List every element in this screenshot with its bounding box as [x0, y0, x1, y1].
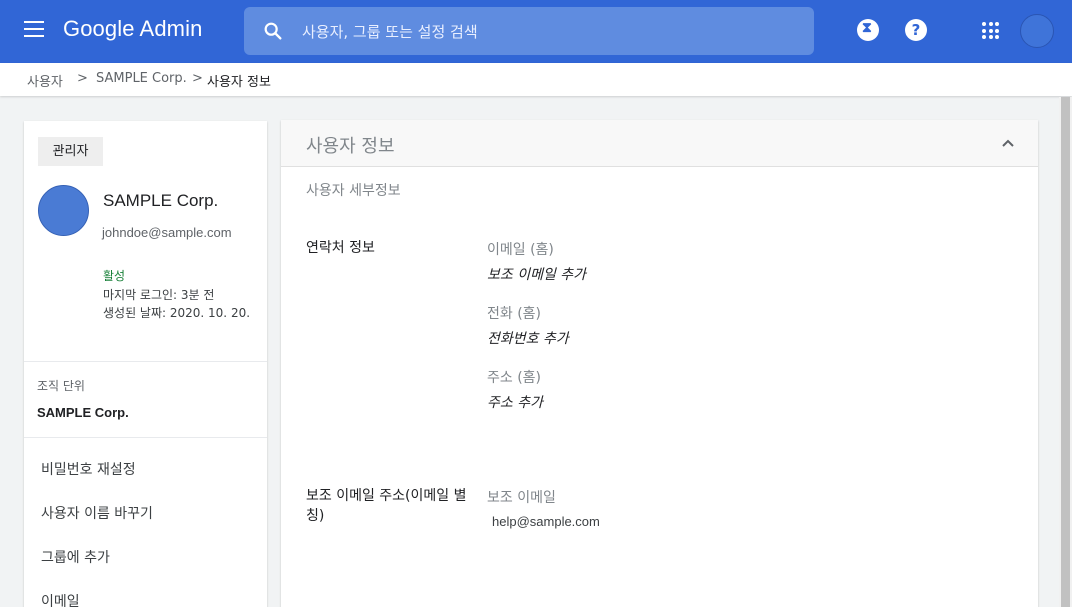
search-icon: [264, 22, 282, 40]
add-to-group-action[interactable]: 그룹에 추가: [41, 547, 110, 567]
add-address-link[interactable]: 주소 추가: [487, 392, 543, 412]
org-unit-label: 조직 단위: [37, 379, 85, 393]
alternate-email-field-label: 보조 이메일: [487, 490, 556, 506]
phone-home-label: 전화 (홈): [487, 306, 542, 322]
app-brand[interactable]: Google Admin: [63, 16, 202, 42]
user-info-card: 사용자 정보 사용자 세부정보 연락처 정보 이메일 (홈) 보조 이메일 추가…: [281, 120, 1038, 607]
email-action[interactable]: 이메일: [41, 591, 80, 607]
address-home-label: 주소 (홈): [487, 370, 542, 386]
last-login: 마지막 로그인: 3분 전: [103, 288, 215, 302]
add-secondary-email-link[interactable]: 보조 이메일 추가: [487, 264, 586, 284]
add-phone-link[interactable]: 전화번호 추가: [487, 328, 569, 348]
hourglass-icon[interactable]: ⧗: [857, 19, 879, 41]
page-scrollbar[interactable]: [1059, 97, 1072, 607]
user-name: SAMPLE Corp.: [103, 191, 219, 210]
search-input[interactable]: 사용자, 그룹 또는 설정 검색: [302, 21, 478, 42]
top-app-bar: Google Admin 사용자, 그룹 또는 설정 검색 ⧗ ?: [0, 0, 1072, 63]
status-badge: 활성: [103, 269, 126, 283]
divider: [24, 361, 267, 362]
section-subtitle: 사용자 세부정보: [306, 183, 401, 199]
reset-password-action[interactable]: 비밀번호 재설정: [41, 459, 136, 479]
apps-grid-icon[interactable]: [982, 22, 999, 39]
alternate-email-label: 보조 이메일 주소(이메일 별칭): [306, 488, 467, 524]
breadcrumb-separator: >: [77, 71, 88, 86]
admin-role-chip: 관리자: [38, 137, 103, 166]
help-icon[interactable]: ?: [905, 19, 927, 41]
card-title: 사용자 정보: [306, 136, 395, 157]
breadcrumb-users[interactable]: 사용자: [27, 71, 63, 90]
user-email: johndoe@sample.com: [102, 225, 232, 240]
scrollbar-thumb[interactable]: [1061, 97, 1070, 607]
breadcrumb-separator: >: [192, 71, 203, 86]
contact-info-label: 연락처 정보: [306, 240, 375, 256]
breadcrumb-current: 사용자 정보: [207, 75, 271, 90]
breadcrumb-org[interactable]: SAMPLE Corp.: [96, 71, 187, 86]
profile-card: 관리자 SAMPLE Corp. johndoe@sample.com 활성 마…: [24, 121, 267, 607]
chevron-up-icon[interactable]: [1000, 137, 1016, 149]
card-header[interactable]: 사용자 정보: [281, 120, 1038, 167]
menu-icon[interactable]: [24, 21, 46, 41]
account-avatar[interactable]: [1020, 14, 1054, 48]
user-avatar: [38, 185, 89, 236]
alternate-email-value: help@sample.com: [492, 514, 600, 529]
created-date: 생성된 날짜: 2020. 10. 20.: [103, 306, 251, 320]
org-unit-value: SAMPLE Corp.: [37, 405, 129, 420]
breadcrumb: 사용자 > SAMPLE Corp. > 사용자 정보: [0, 63, 1072, 96]
email-home-label: 이메일 (홈): [487, 242, 554, 258]
search-bar[interactable]: 사용자, 그룹 또는 설정 검색: [244, 7, 814, 55]
divider: [24, 437, 267, 438]
rename-user-action[interactable]: 사용자 이름 바꾸기: [41, 503, 153, 523]
